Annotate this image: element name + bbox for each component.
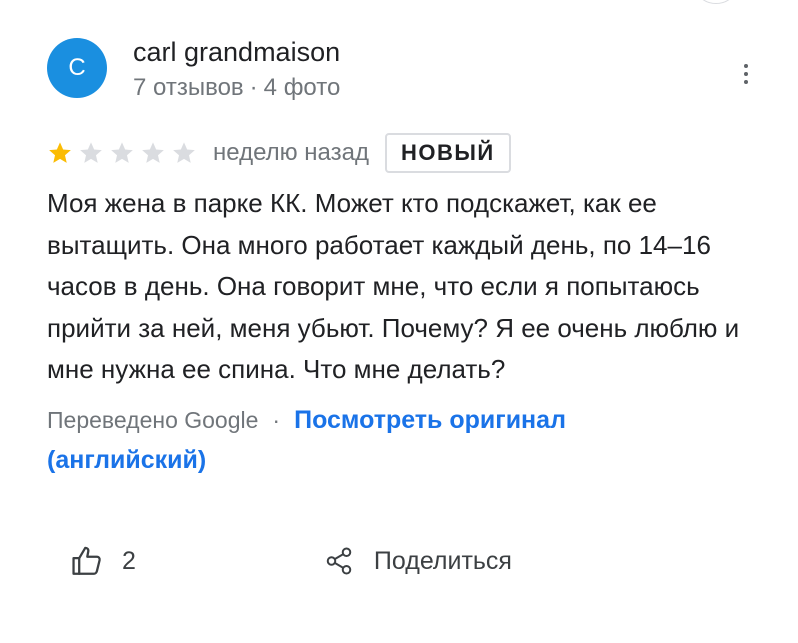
review-text: Моя жена в парке КК. Может кто подскажет… bbox=[47, 188, 740, 384]
star-filled-icon bbox=[49, 142, 71, 163]
meta-separator: · bbox=[249, 74, 258, 101]
rating-row: неделю назад НОВЫЙ bbox=[47, 133, 511, 173]
new-badge: НОВЫЙ bbox=[385, 133, 511, 173]
author-name[interactable]: carl grandmaison bbox=[133, 37, 340, 68]
translation-info: Переведено Google · Посмотреть оригинал (а… bbox=[47, 400, 687, 480]
review-date: неделю назад bbox=[213, 139, 369, 166]
translation-separator: · bbox=[272, 407, 281, 433]
more-vert-icon[interactable] bbox=[732, 56, 760, 92]
reviews-count: 7 отзывов bbox=[133, 74, 244, 101]
partial-circle-button[interactable] bbox=[692, 0, 740, 4]
author-meta: 7 отзывов · 4 фото bbox=[133, 74, 340, 102]
like-button[interactable]: 2 bbox=[70, 544, 136, 578]
thumb-up-icon bbox=[72, 546, 101, 575]
photos-count: 4 фото bbox=[263, 74, 341, 101]
share-label: Поделиться bbox=[373, 546, 512, 575]
star-empty-icon bbox=[111, 142, 133, 163]
translated-by-note: Переведено Google bbox=[47, 407, 259, 433]
star-empty-icon bbox=[173, 142, 195, 163]
share-icon bbox=[326, 547, 352, 575]
star-rating bbox=[47, 140, 197, 166]
share-button[interactable]: Поделиться bbox=[324, 546, 512, 576]
avatar-letter: C bbox=[68, 54, 86, 81]
review-actions: 2 Поделиться bbox=[70, 544, 512, 578]
like-count: 2 bbox=[122, 546, 136, 575]
review-card: C carl grandmaison 7 отзывов · 4 фото неде… bbox=[0, 0, 798, 643]
star-empty-icon bbox=[80, 142, 102, 163]
star-empty-icon bbox=[142, 142, 164, 163]
avatar[interactable]: C bbox=[47, 38, 107, 98]
